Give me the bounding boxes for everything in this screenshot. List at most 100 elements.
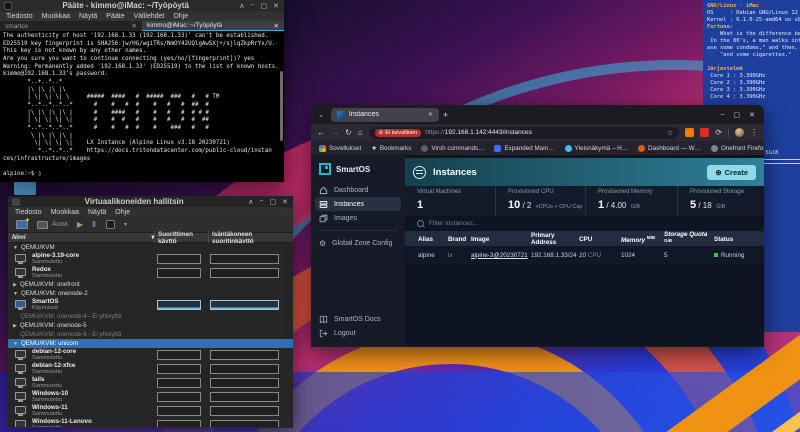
vm-group[interactable]: ▼QEMU/KVM	[8, 243, 293, 252]
tab-close-icon[interactable]: ✕	[274, 22, 279, 30]
bookmark-item[interactable]: Yleisnäkymä – H…	[565, 145, 629, 152]
image-link[interactable]: alpine-3@20230721	[471, 252, 531, 259]
bookmark-item[interactable]: ★Bookmarks	[371, 145, 411, 152]
menu-paate[interactable]: Pääte	[106, 13, 124, 20]
bookmark-item[interactable]: Virsh commands…	[421, 145, 484, 152]
terminal-tab-active[interactable]: kimmo@iMac: ~/Työpöytä ✕	[142, 21, 284, 31]
menu-kebab-icon[interactable]: ⋮	[750, 128, 758, 137]
vm-row-running[interactable]: SmartOS Käynnissä	[8, 298, 293, 312]
vm-group-selected[interactable]: ▼QEMU/KVM: unicorn	[8, 339, 293, 348]
rollup-icon[interactable]: ∧	[248, 198, 253, 206]
instance-row[interactable]: alpine lx alpine-3@20230721 192.168.1.33…	[405, 246, 764, 264]
bookmark-star-icon[interactable]: ☆	[667, 129, 673, 137]
vm-row[interactable]: tails Sammutettu	[8, 376, 293, 390]
account-avatar[interactable]	[735, 128, 744, 137]
col-storage-quota[interactable]: Storage Quota GiB	[664, 231, 714, 247]
bookmark-item[interactable]: Dashboard — W…	[638, 145, 701, 152]
vmm-titlebar[interactable]: Virtuaalikoneiden hallitsin ∧ − ▢ ✕	[8, 196, 293, 207]
browser-tab[interactable]: Instances ✕	[331, 108, 439, 122]
terminal-titlebar[interactable]: Pääte - kimmo@iMac: ~/Työpöytä ∧ − ▢ ✕	[0, 0, 284, 11]
home-icon[interactable]: ⌂	[358, 128, 363, 137]
sidebar-item-logout[interactable]: Logout	[311, 326, 405, 340]
refresh-extension-icon[interactable]: ⟳	[715, 128, 722, 137]
minimize-icon[interactable]: −	[250, 2, 254, 10]
list-tabs-icon[interactable]: ⌄	[315, 111, 327, 119]
sidebar-item-images[interactable]: Images	[311, 211, 405, 225]
vm-row[interactable]: Redox Sammutettu	[8, 266, 293, 280]
expander-icon[interactable]: ▶	[13, 323, 17, 329]
column-name[interactable]: Nimi▾	[8, 234, 154, 241]
vm-row[interactable]: Windows-11-Lenovo Sammutettu	[8, 418, 293, 427]
filter-input[interactable]: Filter instances...	[405, 216, 764, 231]
col-image[interactable]: Image	[471, 236, 531, 243]
sidebar-item-global-zone-config[interactable]: ⚙ Global Zone Config	[311, 236, 405, 250]
expander-icon[interactable]: ▼	[13, 341, 18, 347]
menu-muokkaa[interactable]: Muokkaa	[42, 13, 70, 20]
maximize-icon[interactable]: ▢	[261, 2, 268, 10]
close-icon[interactable]: ✕	[273, 2, 279, 10]
close-icon[interactable]: ✕	[282, 198, 288, 206]
terminal-output-area[interactable]: The authenticity of host '192.168.1.33 (…	[0, 31, 284, 182]
bookmark-item[interactable]: Onefront Firefox	[711, 145, 764, 152]
new-tab-icon[interactable]: +	[443, 110, 448, 120]
terminal-scrollbar[interactable]	[280, 71, 283, 141]
close-icon[interactable]: ✕	[749, 111, 755, 119]
menu-ohje[interactable]: Ohje	[115, 209, 130, 216]
back-icon[interactable]: ←	[317, 128, 325, 137]
vm-row[interactable]: debian-12-core Sammutettu	[8, 348, 293, 362]
tab-close-icon[interactable]: ✕	[428, 111, 433, 118]
expander-icon[interactable]: ▼	[13, 291, 18, 297]
chevron-down-icon[interactable]: ▾	[124, 221, 127, 228]
tab-close-icon[interactable]: ✕	[132, 22, 137, 30]
bookmark-item[interactable]: Expanded Main…	[494, 145, 554, 152]
col-brand[interactable]: Brand	[448, 236, 471, 243]
play-icon[interactable]: ▶	[77, 220, 83, 229]
menu-valilehdet[interactable]: Välilehdet	[134, 13, 165, 20]
vm-group-disconnected[interactable]: QEMU/KVM: onenode-6 - Ei yhteyttä	[8, 330, 293, 339]
menu-nayta[interactable]: Näytä	[79, 13, 97, 20]
extension-icon-red[interactable]	[700, 128, 709, 137]
vm-group[interactable]: ▶QEMU/KVM: onefront	[8, 280, 293, 289]
menu-nayta[interactable]: Näytä	[88, 209, 106, 216]
url-bar[interactable]: ⊘Ei turvallinen https://192.168.1.142:44…	[369, 127, 680, 139]
extension-icon-orange[interactable]	[685, 128, 694, 137]
sidebar-item-dashboard[interactable]: Dashboard	[311, 183, 405, 197]
expander-icon[interactable]: ▶	[13, 282, 17, 288]
minimize-icon[interactable]: –	[721, 111, 725, 119]
bookmark-item[interactable]: Sovellukset	[319, 145, 361, 152]
vm-row[interactable]: Windows-11 Sammutettu	[8, 404, 293, 418]
terminal-menubar: Tiedosto Muokkaa Näytä Pääte Välilehdet …	[0, 11, 284, 21]
open-vm-icon[interactable]	[37, 221, 48, 229]
reload-icon[interactable]: ↻	[345, 128, 352, 137]
create-button[interactable]: ⊕Create	[707, 165, 756, 180]
vm-group[interactable]: ▼QEMU/KVM: onenode-2	[8, 289, 293, 298]
maximize-icon[interactable]: ▢	[734, 111, 741, 119]
minimize-icon[interactable]: −	[259, 198, 263, 206]
menu-tiedosto[interactable]: Tiedosto	[15, 209, 42, 216]
col-cpu[interactable]: CPU	[579, 236, 621, 243]
menu-muokkaa[interactable]: Muokkaa	[51, 209, 79, 216]
col-memory[interactable]: Memory MiB	[621, 235, 664, 244]
maximize-icon[interactable]: ▢	[270, 198, 277, 206]
expander-icon[interactable]: ▼	[13, 245, 18, 251]
rollup-icon[interactable]: ∧	[239, 2, 244, 10]
col-primary-address[interactable]: Primary Address	[531, 232, 579, 246]
new-vm-icon[interactable]	[16, 220, 28, 229]
pause-icon[interactable]: ‖	[92, 220, 97, 229]
vm-group-disconnected[interactable]: QEMU/KVM: onenode-4 - Ei yhteyttä	[8, 312, 293, 321]
vm-row[interactable]: debian-12-xfce Sammutettu	[8, 362, 293, 376]
menu-tiedosto[interactable]: Tiedosto	[6, 13, 33, 20]
col-alias[interactable]: Alias	[418, 236, 448, 243]
vm-group[interactable]: ▶QEMU/KVM: onenode-5	[8, 321, 293, 330]
vm-row[interactable]: alpine-3.19-core Sammutettu	[8, 252, 293, 266]
insecure-badge[interactable]: ⊘Ei turvallinen	[375, 129, 422, 137]
shutdown-icon[interactable]	[106, 220, 115, 229]
sidebar-item-instances[interactable]: Instances	[315, 197, 401, 211]
sidebar-item-smartos-docs[interactable]: SmartOS Docs	[311, 312, 405, 326]
forward-icon[interactable]: →	[331, 128, 339, 137]
menu-ohje[interactable]: Ohje	[173, 13, 188, 20]
vm-row[interactable]: Windows-10 Sammutettu	[8, 390, 293, 404]
col-status[interactable]: Status	[714, 236, 764, 243]
open-button[interactable]: Avaa	[52, 221, 68, 228]
terminal-tab-smartos[interactable]: smartos ✕	[0, 21, 142, 31]
